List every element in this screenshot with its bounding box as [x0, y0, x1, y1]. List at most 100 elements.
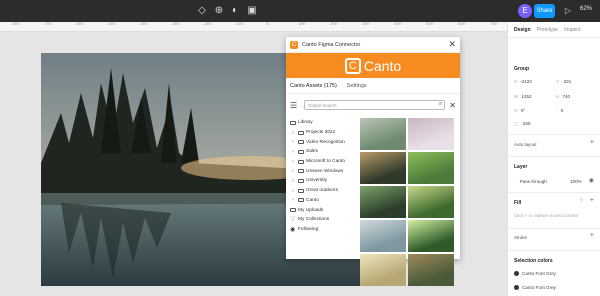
asset-thumbnail[interactable]: [360, 118, 406, 150]
selection-color-item[interactable]: Canto Font Grey: [514, 285, 556, 291]
zoom-level[interactable]: 62%: [580, 6, 592, 12]
width-field[interactable]: W 1252: [514, 94, 532, 99]
asset-thumbnail[interactable]: [408, 118, 454, 150]
ruler-tick: -800: [10, 23, 20, 27]
component-icon[interactable]: ◇: [196, 5, 208, 17]
grid-icon[interactable]: ⊕: [213, 5, 225, 17]
chevron-right-icon[interactable]: ›: [292, 130, 296, 136]
clear-search-icon[interactable]: ✕: [449, 101, 456, 110]
tree-item-label: Video Recognition: [306, 139, 345, 145]
search-input[interactable]: Global Search ⌕: [304, 100, 446, 110]
asset-thumbnail[interactable]: [408, 220, 454, 252]
tree-item-label: My Uploads: [298, 207, 324, 213]
tab-canto-assets[interactable]: Canto Assets (175): [290, 83, 337, 89]
asset-thumbnail[interactable]: [360, 220, 406, 252]
tree-item-great-outdoors[interactable]: › Great outdoors: [290, 186, 360, 196]
chevron-right-icon[interactable]: ›: [292, 188, 296, 194]
search-row: ☰ Global Search ⌕ ✕: [286, 96, 460, 114]
style-grid-icon[interactable]: ⁘: [579, 197, 584, 204]
chevron-right-icon[interactable]: ›: [292, 197, 296, 203]
divider: [508, 134, 600, 135]
tab-settings[interactable]: Settings: [347, 83, 367, 89]
contrast-icon[interactable]: ◐: [229, 5, 241, 17]
selection-color-item[interactable]: Canto Font Grey: [514, 271, 556, 277]
folder-icon: [298, 169, 304, 174]
tree-item-projects[interactable]: › Projects 2021: [290, 128, 360, 138]
tree-item-microsoft[interactable]: › Microsoft to Canto: [290, 157, 360, 167]
folder-icon: [298, 188, 304, 193]
tab-design[interactable]: Design: [514, 27, 531, 33]
tree-item-sales[interactable]: › Sales: [290, 147, 360, 157]
selection-colors-title: Selection colors: [514, 258, 553, 264]
tab-prototype[interactable]: Prototype: [537, 27, 558, 33]
blend-mode-select[interactable]: ◌ Pass through: [514, 179, 547, 184]
tree-item-following[interactable]: ◉ Following: [290, 225, 360, 235]
radius-field[interactable]: ◜ 0: [556, 108, 563, 114]
tab-inspect[interactable]: Inspect: [564, 27, 580, 33]
asset-thumbnail[interactable]: [408, 186, 454, 218]
tree-item-library[interactable]: Library: [290, 118, 360, 128]
boolean-icon[interactable]: ▣: [246, 5, 258, 17]
y-field[interactable]: Y -331: [556, 79, 571, 84]
folder-tree: Library › Projects 2021 › Video Recognit…: [290, 118, 360, 234]
folder-icon: [290, 120, 296, 125]
tree-item-unseen-windows[interactable]: › Unseen Windows: [290, 166, 360, 176]
height-field[interactable]: H 740: [556, 94, 570, 99]
share-button[interactable]: Share: [534, 4, 555, 18]
tree-item-label: University: [306, 178, 328, 184]
layer-section-title: Layer: [514, 164, 528, 170]
play-icon[interactable]: ▷: [562, 5, 574, 17]
search-icon[interactable]: ⌕: [439, 101, 442, 108]
x-field[interactable]: X -2423: [514, 79, 532, 84]
tree-item-my-uploads[interactable]: My Uploads: [290, 205, 360, 215]
rotation-field[interactable]: ↻ 0°: [514, 108, 525, 114]
tree-item-university[interactable]: › University: [290, 176, 360, 186]
chevron-right-icon[interactable]: ›: [292, 139, 296, 145]
tree-item-canto[interactable]: › Canto: [290, 196, 360, 206]
tree-item-video-recognition[interactable]: › Video Recognition: [290, 137, 360, 147]
menu-icon[interactable]: ☰: [290, 101, 300, 110]
chevron-right-icon[interactable]: ›: [292, 168, 296, 174]
plugin-tabs: Canto Assets (175) Settings: [286, 78, 460, 94]
upload-icon: [290, 208, 296, 213]
tree-item-label: Unseen Windows: [306, 168, 344, 174]
canto-logo-icon: C: [290, 40, 298, 49]
tree-item-label: Great outdoors: [306, 188, 338, 194]
asset-thumbnail[interactable]: [360, 186, 406, 218]
tree-item-label: Library: [298, 120, 313, 126]
tree-item-label: Canto: [306, 197, 319, 203]
tree-item-label: Following: [298, 226, 319, 232]
add-fill-icon[interactable]: +: [590, 197, 594, 204]
top-toolbar: ◇ ⊕ ◐ ▣ E Share ▷ 62%: [0, 0, 600, 22]
asset-thumbnail-grid: [360, 118, 460, 286]
chevron-right-icon[interactable]: ›: [292, 159, 296, 165]
chevron-right-icon[interactable]: ›: [292, 178, 296, 184]
fill-hint: Click + to replace mixed content: [514, 213, 578, 218]
divider: [508, 250, 600, 251]
panel-tabs: Design Prototype Inspect: [508, 22, 600, 38]
eye-icon[interactable]: ◉: [589, 177, 594, 184]
close-icon[interactable]: ✕: [448, 39, 456, 50]
asset-thumbnail[interactable]: [360, 152, 406, 184]
ruler-tick: -600: [74, 23, 84, 27]
folder-icon: [298, 178, 304, 183]
add-auto-layout-icon[interactable]: +: [590, 139, 594, 146]
add-stroke-icon[interactable]: +: [590, 232, 594, 239]
tree-item-my-collections[interactable]: ♡ My Collections: [290, 215, 360, 225]
ruler-tick: -400: [138, 23, 148, 27]
chevron-right-icon[interactable]: ›: [292, 149, 296, 155]
opacity-field[interactable]: 100%: [570, 179, 582, 184]
clip-field[interactable]: ▢ -269: [514, 121, 531, 127]
eye-icon: ◉: [290, 226, 296, 233]
asset-thumbnail[interactable]: [408, 152, 454, 184]
asset-thumbnail[interactable]: [408, 254, 454, 286]
color-swatch-icon: [514, 285, 519, 291]
group-section-title: Group: [514, 66, 529, 72]
avatar[interactable]: E: [518, 4, 532, 18]
canto-banner: C Canto: [286, 53, 460, 78]
asset-thumbnail[interactable]: [360, 254, 406, 286]
tree-item-label: Sales: [306, 149, 318, 155]
ruler-tick: 200: [330, 23, 338, 27]
ruler-tick: -700: [42, 23, 52, 27]
ruler-tick: -300: [170, 23, 180, 27]
